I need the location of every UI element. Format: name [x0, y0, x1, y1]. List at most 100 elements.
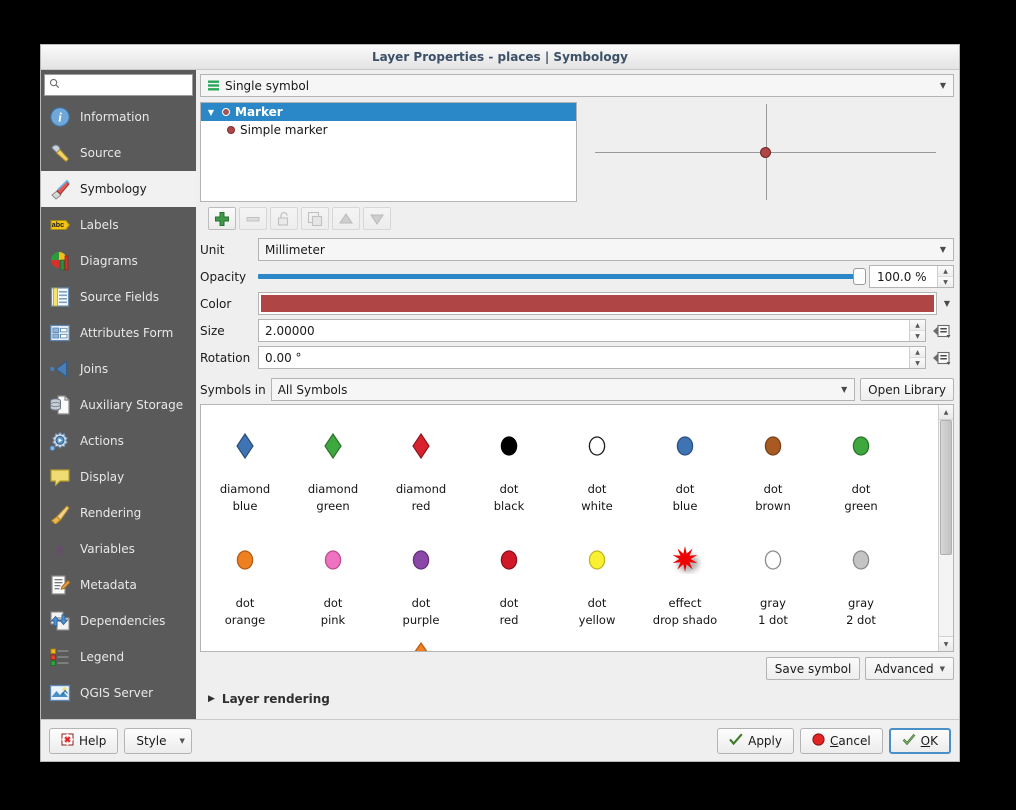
labels-icon: abc — [49, 214, 71, 236]
symbol-label-line2: brown — [730, 498, 816, 515]
help-button[interactable]: Help — [49, 728, 118, 754]
dialog-footer: Help Style ▼ Apply Cancel OK — [41, 719, 959, 761]
help-label: Help — [79, 734, 106, 748]
scroll-up-icon[interactable]: ▲ — [939, 405, 953, 420]
spin-up-icon[interactable]: ▲ — [938, 266, 953, 277]
symbol-item[interactable]: diamondblue — [201, 411, 289, 525]
symbol-item[interactable]: gray2 dot — [817, 525, 905, 639]
symbol-item-label: effectdrop shado — [642, 595, 728, 629]
spin-down-icon[interactable]: ▼ — [910, 358, 925, 368]
cancel-label-rest: ancel — [838, 734, 870, 748]
symbol-item[interactable]: gray1 dot — [729, 525, 817, 639]
symbol-item-label: gray2 dot — [818, 595, 904, 629]
symbol-item[interactable]: dotwhite — [553, 411, 641, 525]
symbols-in-combo[interactable]: All Symbols ▼ — [271, 378, 855, 401]
sidebar-item-joins[interactable]: Joins — [41, 351, 196, 387]
apply-button[interactable]: Apply — [717, 728, 794, 754]
sidebar-search[interactable] — [44, 74, 193, 96]
symbol-tree-row[interactable]: Simple marker — [201, 121, 576, 139]
sidebar-item-display[interactable]: Display — [41, 459, 196, 495]
sidebar-item-symbology[interactable]: Symbology — [41, 171, 196, 207]
color-swatch[interactable] — [261, 295, 934, 312]
symbol-tree-row[interactable]: ▼Marker — [201, 103, 576, 121]
cancel-icon — [812, 733, 825, 749]
unit-combo[interactable]: Millimeter ▼ — [258, 238, 954, 261]
chevron-right-icon: ▶ — [208, 694, 215, 704]
size-data-defined-override-button[interactable] — [930, 319, 954, 342]
effect-drop-shadow-icon — [668, 543, 702, 577]
symbol-item[interactable]: dotblack — [465, 411, 553, 525]
add-symbol-layer-button[interactable] — [208, 207, 236, 230]
sidebar-item-label: Joins — [80, 362, 108, 376]
symbol-item[interactable]: dotgreen — [817, 411, 905, 525]
rotation-data-defined-override-button[interactable] — [930, 346, 954, 369]
sidebar-item-label: Information — [80, 110, 149, 124]
dot-yellow-icon — [580, 543, 614, 577]
symbol-item[interactable]: diamondred — [377, 411, 465, 525]
size-spin-buttons[interactable]: ▲ ▼ — [909, 320, 925, 341]
spin-down-icon[interactable]: ▼ — [938, 277, 953, 287]
sidebar-item-dependencies[interactable]: Dependencies — [41, 603, 196, 639]
symbol-item[interactable]: dotbrown — [729, 411, 817, 525]
color-dropdown-arrow[interactable]: ▼ — [940, 292, 954, 315]
color-button[interactable] — [258, 292, 937, 315]
dot-pink-icon — [316, 543, 350, 577]
ok-button[interactable]: OK — [889, 728, 951, 754]
layer-rendering-section[interactable]: ▶ Layer rendering — [200, 692, 954, 706]
spin-up-icon[interactable]: ▲ — [910, 347, 925, 358]
rotation-spinbox[interactable]: 0.00 ° ▲ ▼ — [258, 346, 926, 369]
sidebar-item-metadata[interactable]: Metadata — [41, 567, 196, 603]
scrollbar-track[interactable] — [939, 420, 953, 636]
tree-and-preview: ▼MarkerSimple marker — [200, 102, 954, 202]
rotation-spin-buttons[interactable]: ▲ ▼ — [909, 347, 925, 368]
sidebar-item-attributes-form[interactable]: Attributes Form — [41, 315, 196, 351]
gallery-scrollbar[interactable]: ▲ ▼ — [938, 405, 953, 651]
scrollbar-thumb[interactable] — [940, 420, 952, 555]
sidebar-item-labels[interactable]: abcLabels — [41, 207, 196, 243]
cancel-button[interactable]: Cancel — [800, 728, 883, 754]
symbol-item[interactable]: dotblue — [641, 411, 729, 525]
sidebar-item-information[interactable]: iInformation — [41, 99, 196, 135]
symbol-item-label: diamondblue — [202, 481, 288, 515]
sidebar-item-source[interactable]: Source — [41, 135, 196, 171]
sidebar-item-actions[interactable]: Actions — [41, 423, 196, 459]
symbol-item[interactable]: dotpink — [289, 525, 377, 639]
symbol-item[interactable]: dotyellow — [553, 525, 641, 639]
sidebar-item-auxiliary-storage[interactable]: Auxiliary Storage — [41, 387, 196, 423]
opacity-slider-handle[interactable] — [853, 268, 866, 285]
opacity-spinbox[interactable]: 100.0 % ▲ ▼ — [869, 265, 954, 288]
sidebar-item-qgis-server[interactable]: QGIS Server — [41, 675, 196, 711]
scroll-down-icon[interactable]: ▼ — [939, 636, 953, 651]
opacity-slider[interactable] — [258, 265, 866, 288]
sidebar-item-rendering[interactable]: Rendering — [41, 495, 196, 531]
symbol-item[interactable]: dotred — [465, 525, 553, 639]
dot-green-icon — [844, 429, 878, 463]
renderer-combo[interactable]: Single symbol ▼ — [200, 74, 954, 97]
size-spinbox[interactable]: 2.00000 ▲ ▼ — [258, 319, 926, 342]
symbol-item[interactable]: dotorange — [201, 525, 289, 639]
symbol-item[interactable]: diamondgreen — [289, 411, 377, 525]
save-symbol-button[interactable]: Save symbol — [766, 657, 861, 680]
symbol-gallery: diamondbluediamondgreendiamondreddotblac… — [200, 404, 954, 652]
style-button[interactable]: Style ▼ — [124, 728, 192, 754]
spin-up-icon[interactable]: ▲ — [910, 320, 925, 331]
renderer-value: Single symbol — [225, 79, 309, 93]
symbol-layer-tree[interactable]: ▼MarkerSimple marker — [200, 102, 577, 202]
opacity-value: 100.0 % — [877, 270, 927, 284]
search-input[interactable] — [63, 76, 188, 94]
sidebar-item-label: Auxiliary Storage — [80, 398, 183, 412]
lock-layer-colors-button — [270, 207, 298, 230]
symbol-item[interactable]: dotpurple — [377, 525, 465, 639]
symbol-item[interactable]: effectdrop shado — [641, 525, 729, 639]
open-library-button[interactable]: Open Library — [860, 378, 954, 401]
spin-down-icon[interactable]: ▼ — [910, 331, 925, 341]
advanced-button[interactable]: Advanced ▼ — [865, 657, 954, 680]
sidebar-item-legend[interactable]: Legend — [41, 639, 196, 675]
sidebar-item-variables[interactable]: εVariables — [41, 531, 196, 567]
symbol-label-line1: dot — [202, 595, 288, 612]
symbol-item-partial[interactable] — [377, 639, 465, 651]
chevron-down-icon[interactable]: ▼ — [205, 108, 217, 117]
sidebar-item-diagrams[interactable]: Diagrams — [41, 243, 196, 279]
opacity-spin-buttons[interactable]: ▲ ▼ — [937, 266, 953, 287]
sidebar-item-source-fields[interactable]: Source Fields — [41, 279, 196, 315]
